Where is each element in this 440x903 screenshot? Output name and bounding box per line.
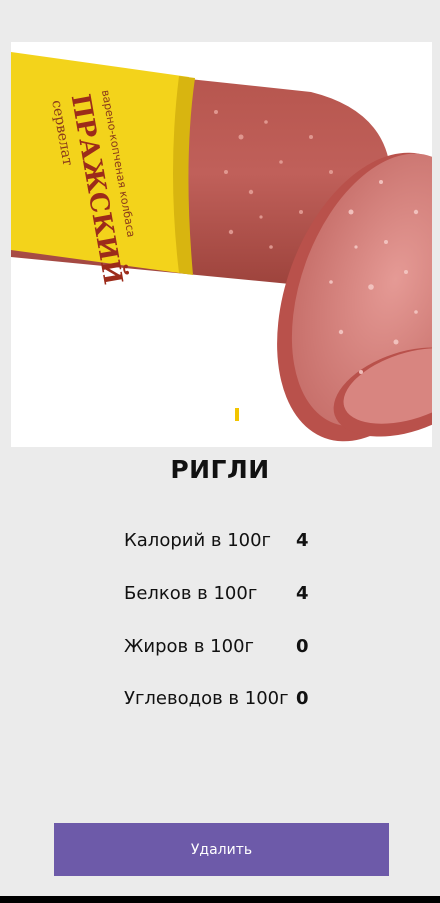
product-image: сервелат ПРАЖСКИЙ варено-копченая колбас… bbox=[11, 42, 432, 447]
nutrition-row-protein: Белков в 100г 4 bbox=[124, 583, 309, 604]
nutrition-label: Углеводов в 100г bbox=[124, 688, 289, 709]
system-nav-bar bbox=[0, 896, 440, 903]
carousel-indicator[interactable] bbox=[235, 408, 239, 421]
nutrition-row-calories: Калорий в 100г 4 bbox=[124, 530, 309, 551]
nutrition-value: 0 bbox=[296, 688, 309, 709]
nutrition-label: Калорий в 100г bbox=[124, 530, 272, 551]
nutrition-row-carbs: Углеводов в 100г 0 bbox=[124, 688, 309, 709]
delete-button[interactable]: Удалить bbox=[54, 823, 389, 876]
product-name: РИГЛИ bbox=[170, 455, 270, 484]
nutrition-label: Белков в 100г bbox=[124, 583, 258, 604]
nutrition-row-fat: Жиров в 100г 0 bbox=[124, 636, 309, 657]
nutrition-value: 4 bbox=[296, 583, 309, 604]
nutrition-value: 0 bbox=[296, 636, 309, 657]
nutrition-label: Жиров в 100г bbox=[124, 636, 254, 657]
nutrition-value: 4 bbox=[296, 530, 309, 551]
